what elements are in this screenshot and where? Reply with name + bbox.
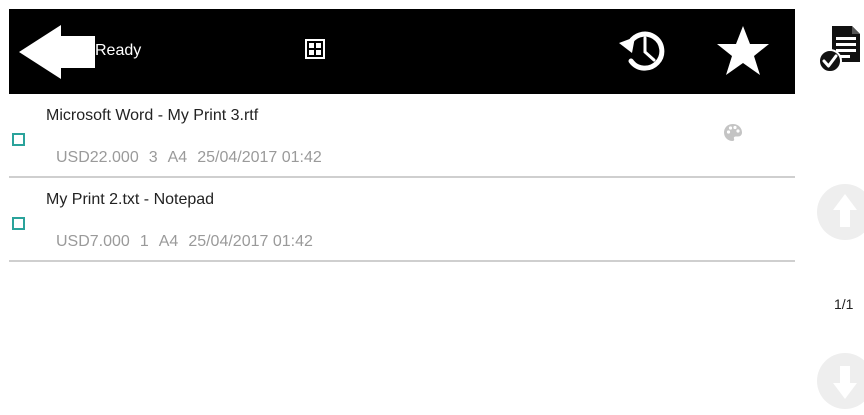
scroll-down-button[interactable] — [816, 352, 864, 410]
scroll-up-icon — [817, 184, 864, 240]
job-meta: USD22.000 3 A4 25/04/2017 01:42 — [56, 149, 332, 167]
page-indicator: 1/1 — [834, 296, 854, 312]
status-label: Ready — [95, 42, 142, 59]
grid-view-icon — [305, 39, 325, 59]
back-button[interactable] — [19, 25, 95, 79]
job-datetime: 25/04/2017 01:42 — [197, 149, 322, 166]
job-title: My Print 2.txt - Notepad — [46, 191, 215, 208]
job-copies: 1 — [139, 233, 149, 250]
job-meta: USD7.000 1 A4 25/04/2017 01:42 — [56, 233, 323, 251]
print-selected-icon — [818, 26, 860, 73]
history-icon — [619, 31, 665, 71]
job-checkbox[interactable] — [12, 133, 25, 146]
job-copies: 3 — [148, 149, 158, 166]
top-bar: Ready — [9, 9, 795, 94]
job-paper-size: A4 — [158, 233, 179, 250]
job-price: USD22.000 — [56, 149, 139, 166]
favorite-button[interactable] — [715, 23, 771, 79]
job-checkbox[interactable] — [12, 217, 25, 230]
palette-icon — [724, 124, 742, 141]
job-paper-size: A4 — [167, 149, 188, 166]
job-row[interactable]: Microsoft Word - My Print 3.rtf USD22.00… — [9, 94, 795, 178]
job-title: Microsoft Word - My Print 3.rtf — [46, 107, 259, 124]
star-icon — [717, 26, 769, 75]
job-row[interactable]: My Print 2.txt - Notepad USD7.000 1 A4 25/0… — [9, 178, 795, 262]
history-button[interactable] — [615, 23, 671, 79]
scroll-down-icon — [817, 353, 864, 409]
print-selected-button[interactable] — [818, 22, 864, 74]
grid-view-button[interactable] — [305, 39, 325, 59]
scroll-up-button[interactable] — [816, 183, 864, 241]
job-datetime: 25/04/2017 01:42 — [188, 233, 313, 250]
job-list: Microsoft Word - My Print 3.rtf USD22.00… — [9, 94, 795, 262]
back-arrow-icon — [19, 25, 95, 79]
job-price: USD7.000 — [56, 233, 130, 250]
